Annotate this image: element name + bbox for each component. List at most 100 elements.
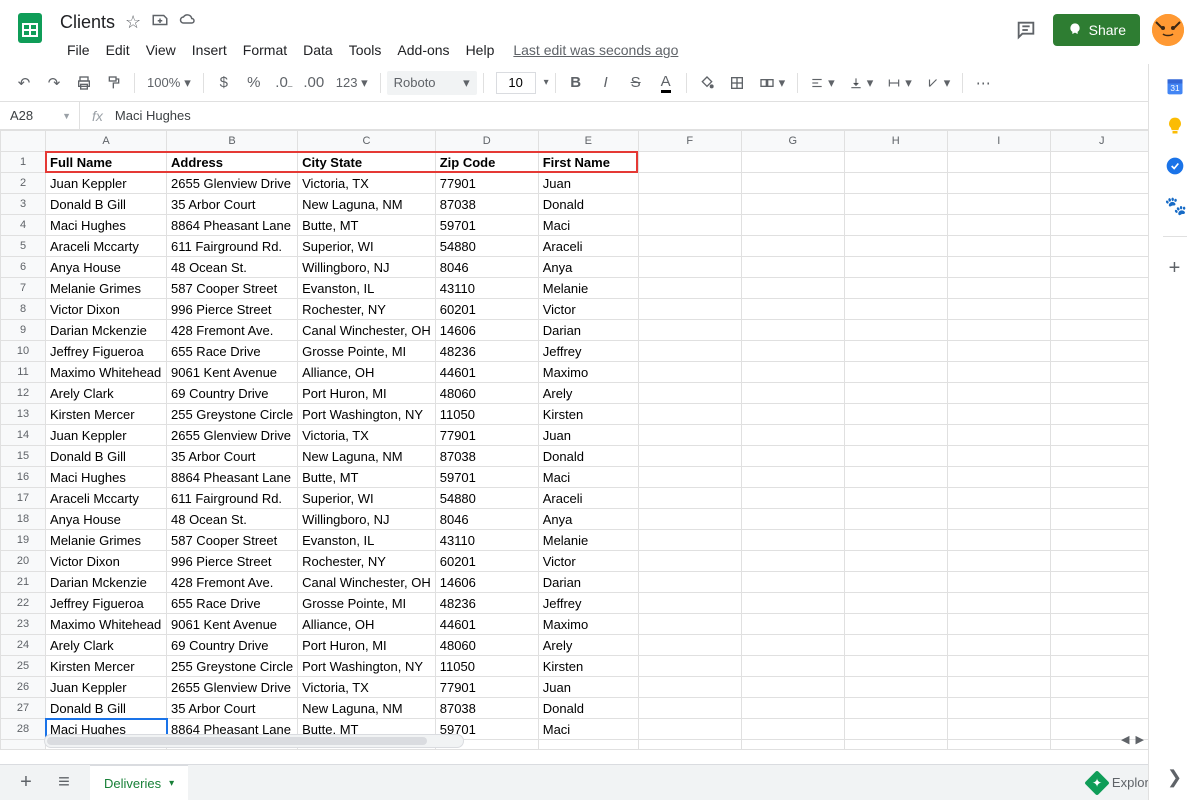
cell[interactable]: Juan Keppler (46, 173, 167, 194)
borders-button[interactable] (723, 69, 751, 97)
col-header-B[interactable]: B (167, 131, 298, 152)
cell[interactable]: Maci (538, 719, 638, 740)
cell[interactable]: 77901 (435, 677, 538, 698)
cell[interactable]: 11050 (435, 656, 538, 677)
cell[interactable]: Alliance, OH (298, 614, 436, 635)
cell[interactable]: 54880 (435, 236, 538, 257)
cell[interactable]: Maximo (538, 614, 638, 635)
cell[interactable]: 8864 Pheasant Lane (167, 215, 298, 236)
cell[interactable]: 996 Pierce Street (167, 551, 298, 572)
hide-side-panel-icon[interactable]: ❯ (1167, 767, 1182, 788)
cell[interactable]: Canal Winchester, OH (298, 320, 436, 341)
col-header-C[interactable]: C (298, 131, 436, 152)
row-header[interactable]: 2 (1, 173, 46, 194)
cell[interactable]: 996 Pierce Street (167, 299, 298, 320)
cell[interactable]: Victoria, TX (298, 173, 436, 194)
col-header-F[interactable]: F (638, 131, 741, 152)
row-header[interactable]: 14 (1, 425, 46, 446)
paint-format-button[interactable] (100, 69, 128, 97)
currency-button[interactable]: $ (210, 69, 238, 97)
cell[interactable]: Evanston, IL (298, 278, 436, 299)
cell[interactable]: 48236 (435, 593, 538, 614)
cell[interactable]: 587 Cooper Street (167, 530, 298, 551)
cell[interactable]: Araceli Mccarty (46, 236, 167, 257)
cell[interactable]: Evanston, IL (298, 530, 436, 551)
cell[interactable]: Port Washington, NY (298, 656, 436, 677)
valign-button[interactable]: ▾ (843, 70, 880, 96)
cell[interactable]: 77901 (435, 425, 538, 446)
merge-button[interactable]: ▾ (753, 70, 792, 96)
cell[interactable]: 60201 (435, 299, 538, 320)
increase-decimal-button[interactable]: .00 (300, 69, 328, 97)
tasks-icon[interactable] (1165, 156, 1185, 176)
cell[interactable]: 48 Ocean St. (167, 509, 298, 530)
cell[interactable]: Butte, MT (298, 467, 436, 488)
cell[interactable]: Maci Hughes (46, 215, 167, 236)
cell[interactable]: Maximo Whitehead (46, 614, 167, 635)
cell[interactable]: Victor (538, 299, 638, 320)
cell[interactable]: 48 Ocean St. (167, 257, 298, 278)
row-header[interactable]: 26 (1, 677, 46, 698)
cell[interactable]: 255 Greystone Circle (167, 656, 298, 677)
cell[interactable]: Butte, MT (298, 215, 436, 236)
cell[interactable]: Arely (538, 383, 638, 404)
cell[interactable]: Melanie Grimes (46, 278, 167, 299)
h-scrollbar[interactable] (44, 734, 464, 748)
cell[interactable]: Maci Hughes (46, 467, 167, 488)
cell[interactable]: New Laguna, NM (298, 194, 436, 215)
cell[interactable]: Kirsten (538, 656, 638, 677)
cell[interactable]: 87038 (435, 698, 538, 719)
row-header[interactable]: 27 (1, 698, 46, 719)
cell[interactable]: Melanie (538, 278, 638, 299)
text-color-button[interactable]: A (652, 69, 680, 97)
row-header[interactable]: 8 (1, 299, 46, 320)
col-header-G[interactable]: G (741, 131, 844, 152)
cell[interactable]: Victor (538, 551, 638, 572)
row-header[interactable]: 25 (1, 656, 46, 677)
doc-title[interactable]: Clients (60, 12, 115, 33)
cell[interactable]: Jeffrey Figueroa (46, 341, 167, 362)
user-avatar[interactable] (1152, 14, 1184, 46)
cell[interactable]: 655 Race Drive (167, 341, 298, 362)
row-header[interactable]: 6 (1, 257, 46, 278)
cell[interactable]: Darian Mckenzie (46, 320, 167, 341)
keep-icon[interactable] (1165, 116, 1185, 136)
col-header-A[interactable]: A (46, 131, 167, 152)
cell[interactable]: Juan (538, 173, 638, 194)
explore-button[interactable]: ✦ Explore (1088, 774, 1156, 792)
cell[interactable]: Maci (538, 215, 638, 236)
cell[interactable]: Kirsten Mercer (46, 404, 167, 425)
cell[interactable]: 48236 (435, 341, 538, 362)
font-size-input[interactable] (496, 72, 536, 94)
cell[interactable]: 255 Greystone Circle (167, 404, 298, 425)
row-header[interactable]: 13 (1, 404, 46, 425)
bold-button[interactable]: B (562, 69, 590, 97)
header-cell[interactable]: First Name (538, 152, 638, 173)
cell[interactable]: 35 Arbor Court (167, 194, 298, 215)
move-icon[interactable] (151, 11, 169, 34)
cell[interactable]: 9061 Kent Avenue (167, 362, 298, 383)
cell[interactable]: 60201 (435, 551, 538, 572)
cell[interactable]: Anya (538, 257, 638, 278)
cell[interactable]: Port Huron, MI (298, 383, 436, 404)
menu-help[interactable]: Help (459, 40, 502, 60)
add-sheet-button[interactable]: + (14, 771, 38, 795)
cell[interactable]: 428 Fremont Ave. (167, 320, 298, 341)
cloud-icon[interactable] (179, 11, 197, 34)
menu-insert[interactable]: Insert (185, 40, 234, 60)
font-select[interactable]: Roboto▾ (387, 71, 477, 95)
cell[interactable]: 2655 Glenview Drive (167, 425, 298, 446)
cell[interactable]: Victoria, TX (298, 677, 436, 698)
cell[interactable]: Port Washington, NY (298, 404, 436, 425)
row-header[interactable]: 5 (1, 236, 46, 257)
cell[interactable]: Donald (538, 446, 638, 467)
cell[interactable]: Jeffrey (538, 593, 638, 614)
cell[interactable]: 14606 (435, 572, 538, 593)
zoom-select[interactable]: 100% ▾ (141, 70, 197, 96)
cell[interactable]: 87038 (435, 446, 538, 467)
cell[interactable]: Willingboro, NJ (298, 257, 436, 278)
cell[interactable]: 77901 (435, 173, 538, 194)
row-header[interactable]: 9 (1, 320, 46, 341)
row-header[interactable]: 1 (1, 152, 46, 173)
sheets-logo[interactable] (10, 8, 50, 48)
